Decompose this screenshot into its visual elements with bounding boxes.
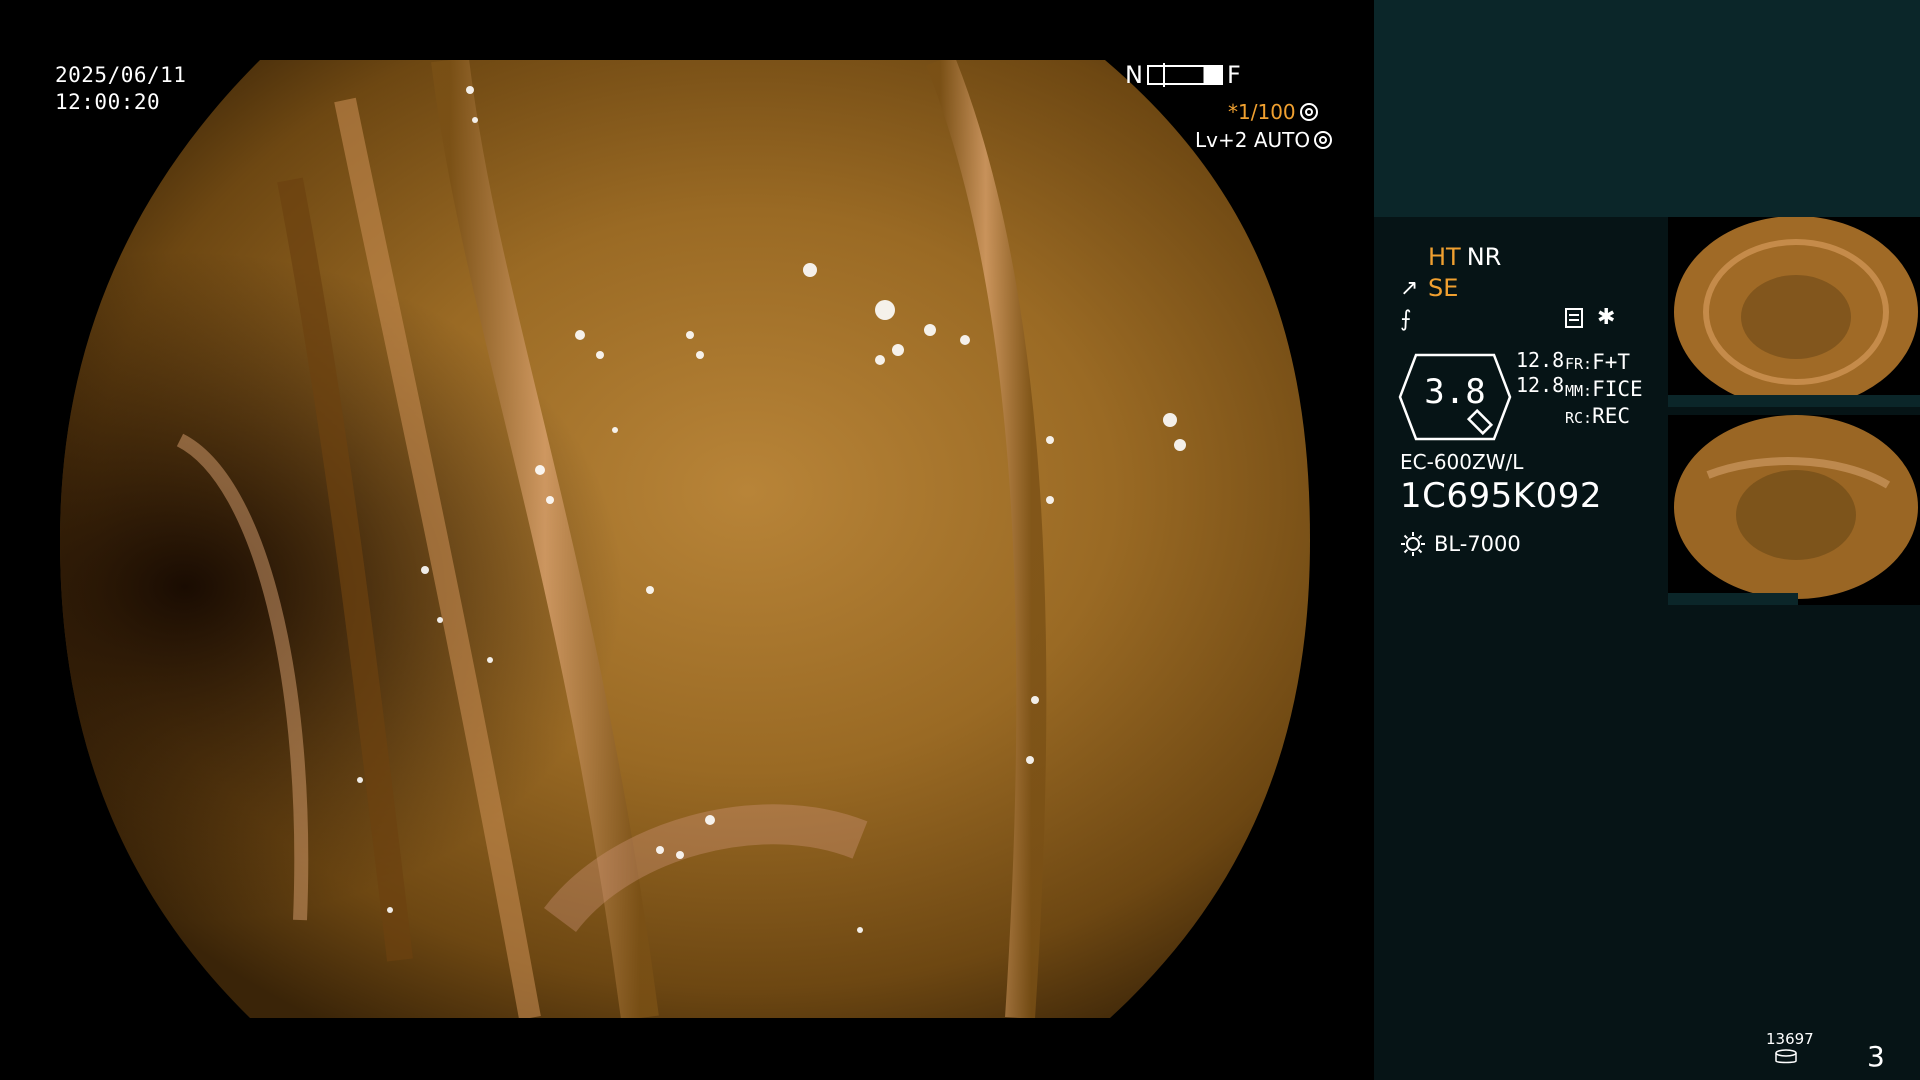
rc-key: RC:	[1565, 409, 1593, 427]
mode-se: SE	[1428, 274, 1459, 302]
stat-value-1: 12.8	[1516, 348, 1565, 372]
fork-icon: ↗	[1400, 276, 1419, 301]
thumbnail-image-1	[1668, 217, 1920, 407]
mode-ht: HT	[1428, 243, 1461, 271]
near-far-scale: N F	[1125, 61, 1241, 89]
mm-value: FICE	[1592, 377, 1643, 401]
iris-icon	[1314, 131, 1333, 149]
capture-icons: ✱	[1565, 305, 1615, 330]
mode-nr: NR	[1466, 243, 1502, 271]
scope-serial: 1C695K092	[1400, 476, 1602, 516]
image-count: 13697	[1766, 1030, 1814, 1048]
scale-bar	[1146, 63, 1223, 87]
endoscope-image	[60, 60, 1310, 1018]
time-text: 12:00:20	[55, 90, 161, 114]
mm-key: MM:	[1565, 382, 1593, 400]
setting-labels: FR:F+T MM:FICE RC:REC	[1565, 350, 1643, 431]
panel-header-area	[1374, 0, 1920, 217]
thumbnail-image-2	[1668, 415, 1920, 605]
processing-modes: HT NR ↗ SE ⨍	[1400, 242, 1501, 335]
shutter-icon	[1299, 103, 1318, 121]
fr-value: F+T	[1592, 350, 1631, 374]
shutter-readout: *1/100	[1228, 100, 1318, 124]
slash-icon: ⨍	[1400, 307, 1412, 332]
datetime: 2025/06/11 12:00:20	[55, 62, 186, 116]
magnifier-icon	[1466, 408, 1494, 436]
scale-far-label: F	[1226, 61, 1241, 89]
thumbnail-1[interactable]	[1668, 217, 1920, 407]
sun-icon	[1401, 532, 1425, 556]
iris-readout: Lv+2 AUTO	[1195, 128, 1333, 152]
scope-model: EC-600ZW/L	[1400, 450, 1524, 474]
page-number: 3	[1867, 1040, 1885, 1073]
disk-icon	[1775, 1049, 1797, 1064]
snapshot-icon	[1565, 307, 1583, 328]
stats-values: 12.8 12.8	[1516, 348, 1564, 398]
light-source-label: BL-7000	[1434, 532, 1521, 556]
light-source: BL-7000	[1400, 531, 1521, 557]
iris-text: Lv+2 AUTO	[1195, 128, 1311, 152]
fr-key: FR:	[1565, 355, 1593, 373]
rc-value: REC	[1592, 404, 1631, 428]
endoscope-view	[60, 60, 1310, 1018]
scale-near-label: N	[1125, 61, 1143, 89]
shutter-text: *1/100	[1228, 100, 1296, 124]
zoom-value: 3.8	[1424, 372, 1486, 412]
stat-value-2: 12.8	[1516, 373, 1565, 397]
star-icon: ✱	[1597, 305, 1616, 330]
thumbnail-2[interactable]	[1668, 415, 1920, 605]
date-text: 2025/06/11	[55, 63, 187, 87]
